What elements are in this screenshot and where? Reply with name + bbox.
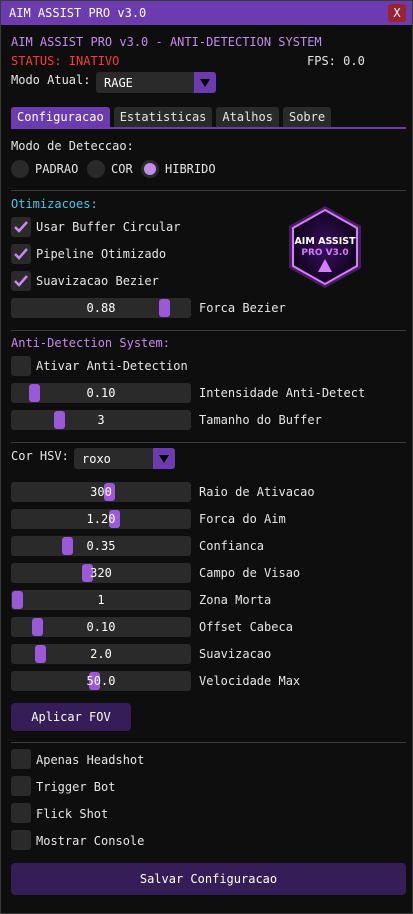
slider-buffer-size[interactable]: 3 <box>11 410 191 430</box>
checkbox-headshot[interactable] <box>11 749 31 769</box>
header-title: AIM ASSIST PRO v3.0 - ANTI-DETECTION SYS… <box>11 35 322 49</box>
logo-line2: PRO V3.0 <box>301 248 348 258</box>
slider-value: 2.0 <box>90 647 112 661</box>
title-bar[interactable]: AIM ASSIST PRO v3.0 X <box>1 1 412 25</box>
slider-2[interactable]: 1.20 <box>11 509 191 529</box>
slider-2-label: Forca do Aim <box>199 512 286 526</box>
slider-7[interactable]: 2.0 <box>11 644 191 664</box>
tab-bar: Configuracao Estatisticas Atalhos Sobre <box>11 107 332 127</box>
check-icon <box>14 248 28 260</box>
slider-6-label: Offset Cabeca <box>199 620 293 634</box>
chevron-down-icon[interactable] <box>153 448 175 469</box>
apply-fov-button[interactable]: Aplicar FOV <box>11 703 131 731</box>
slider-value: 1 <box>97 593 105 607</box>
slider-value: 0.88 <box>86 301 116 315</box>
checkbox-trigger-bot[interactable] <box>11 776 31 796</box>
check-icon <box>14 221 28 233</box>
radio-cor[interactable] <box>87 160 105 178</box>
radio-hibrido[interactable] <box>141 160 159 178</box>
optimizations-title: Otimizacoes: <box>11 197 98 211</box>
slider-8[interactable]: 50.0 <box>11 671 191 691</box>
checkbox-headshot-label: Apenas Headshot <box>36 753 145 767</box>
mode-select[interactable]: RAGE <box>96 72 216 93</box>
checkbox-bezier[interactable] <box>11 271 31 291</box>
slider-6[interactable]: 0.10 <box>11 617 191 637</box>
slider-intensity-label: Intensidade Anti-Detect <box>199 386 366 400</box>
radio-cor-label: COR <box>111 162 133 176</box>
close-icon: X <box>393 6 401 20</box>
divider <box>11 742 406 743</box>
slider-5[interactable]: 1 <box>11 590 191 610</box>
check-icon <box>14 275 28 287</box>
slider-7-label: Suavizacao <box>199 647 272 661</box>
slider-value: 50.0 <box>86 674 116 688</box>
radio-hibrido-label: HIBRIDO <box>165 162 216 176</box>
slider-buffer-size-label: Tamanho do Buffer <box>199 413 322 427</box>
hsv-label: Cor HSV: <box>11 449 69 463</box>
checkbox-pipeline-label: Pipeline Otimizado <box>36 247 167 261</box>
slider-value: 1.20 <box>86 512 116 526</box>
checkbox-anti-detection[interactable] <box>11 356 31 376</box>
slider-3[interactable]: 0.35 <box>11 536 191 556</box>
detection-label: Modo de Deteccao: <box>11 139 134 153</box>
anti-detection-title: Anti-Detection System: <box>11 336 170 350</box>
mode-label: Modo Atual: <box>11 73 91 87</box>
divider <box>11 442 406 443</box>
slider-5-label: Zona Morta <box>199 593 272 607</box>
slider-1-label: Raio de Ativacao <box>199 485 315 499</box>
hsv-value: roxo <box>82 451 111 466</box>
checkbox-bezier-label: Suavizacao Bezier <box>36 274 159 288</box>
window-title: AIM ASSIST PRO v3.0 <box>9 6 147 20</box>
checkbox-flick-shot-label: Flick Shot <box>36 807 109 821</box>
aim-assist-logo: AIM ASSIST PRO V3.0 <box>289 206 361 288</box>
slider-4[interactable]: 320 <box>11 563 191 583</box>
slider-intensity[interactable]: 0.10 <box>11 383 191 403</box>
checkbox-console-label: Mostrar Console <box>36 834 145 848</box>
tab-sobre[interactable]: Sobre <box>282 107 332 127</box>
hsv-select[interactable]: roxo <box>74 448 175 469</box>
checkbox-console[interactable] <box>11 830 31 850</box>
main-window: AIM ASSIST PRO v3.0 X AIM ASSIST PRO v3.… <box>0 0 413 914</box>
tab-estatisticas[interactable]: Estatisticas <box>113 107 213 127</box>
checkbox-buffer-circular-label: Usar Buffer Circular <box>36 220 181 234</box>
slider-value: 300 <box>90 485 112 499</box>
chevron-down-icon[interactable] <box>194 72 216 93</box>
checkbox-pipeline[interactable] <box>11 244 31 264</box>
slider-value: 320 <box>90 566 112 580</box>
tab-underline <box>11 127 406 129</box>
slider-bezier-label: Forca Bezier <box>199 301 286 315</box>
mode-value: RAGE <box>104 75 133 90</box>
slider-value: 0.35 <box>86 539 116 553</box>
tab-configuracao[interactable]: Configuracao <box>11 107 110 127</box>
checkbox-buffer-circular[interactable] <box>11 217 31 237</box>
logo-line1: AIM ASSIST <box>294 236 356 247</box>
slider-1[interactable]: 300 <box>11 482 191 502</box>
radio-padrao[interactable] <box>11 160 29 178</box>
checkbox-trigger-bot-label: Trigger Bot <box>36 780 116 794</box>
checkbox-anti-detection-label: Ativar Anti-Detection <box>36 359 188 373</box>
save-button[interactable]: Salvar Configuracao <box>11 863 406 895</box>
slider-value: 0.10 <box>86 620 116 634</box>
divider <box>11 190 406 191</box>
divider <box>11 330 406 331</box>
checkbox-flick-shot[interactable] <box>11 803 31 823</box>
status-text: STATUS: INATIVO <box>11 54 120 68</box>
slider-8-label: Velocidade Max <box>199 674 301 688</box>
fps-readout: FPS: 0.0 <box>307 54 365 68</box>
close-button[interactable]: X <box>388 4 406 22</box>
tab-atalhos[interactable]: Atalhos <box>216 107 279 127</box>
slider-value: 3 <box>97 413 105 427</box>
slider-3-label: Confianca <box>199 539 265 553</box>
slider-bezier[interactable]: 0.88 <box>11 298 191 318</box>
radio-padrao-label: PADRAO <box>35 162 79 176</box>
slider-4-label: Campo de Visao <box>199 566 301 580</box>
slider-value: 0.10 <box>86 386 116 400</box>
